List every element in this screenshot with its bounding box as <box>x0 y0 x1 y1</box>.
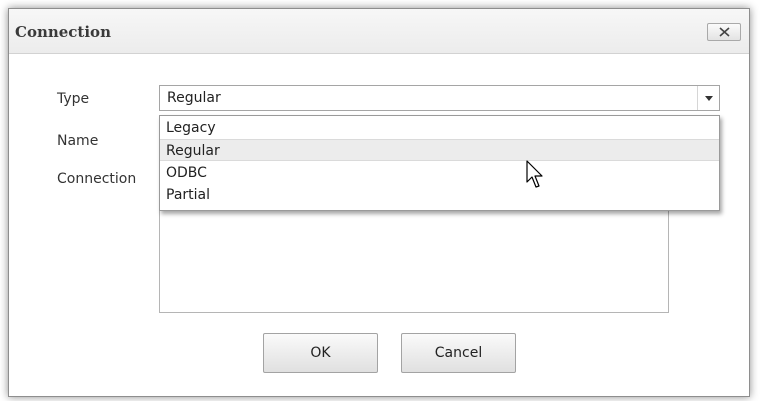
type-dropdown-button[interactable] <box>697 86 719 110</box>
dropdown-option-partial[interactable]: Partial <box>160 184 719 206</box>
connection-label: Connection <box>57 171 137 187</box>
close-button[interactable] <box>707 23 741 41</box>
type-combobox-value: Regular <box>167 90 221 106</box>
dropdown-option-legacy[interactable]: Legacy <box>160 117 719 139</box>
type-combobox[interactable]: Regular <box>159 85 720 111</box>
dropdown-option-odbc[interactable]: ODBC <box>160 162 719 184</box>
cancel-button[interactable]: Cancel <box>401 333 516 373</box>
type-label: Type <box>57 91 90 107</box>
name-label: Name <box>57 133 99 149</box>
dropdown-option-regular[interactable]: Regular <box>160 139 719 161</box>
type-dropdown-list: Legacy Regular ODBC Partial <box>159 115 720 211</box>
mouse-pointer-icon <box>526 160 543 188</box>
connection-dialog: Connection Type Name Connection Regular … <box>8 8 750 397</box>
ok-button[interactable]: OK <box>263 333 378 373</box>
chevron-down-icon <box>705 96 713 101</box>
close-icon <box>719 27 730 37</box>
dialog-title: Connection <box>15 23 111 41</box>
title-bar: Connection <box>9 9 749 54</box>
